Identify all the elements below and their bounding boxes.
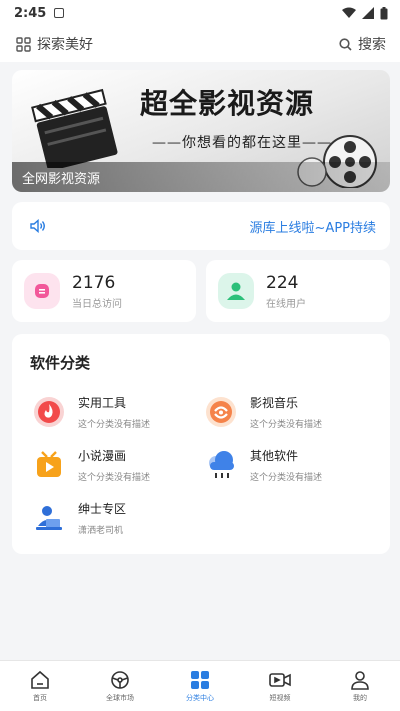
tab-short-video[interactable]: 短视频 <box>240 661 320 711</box>
search-icon <box>339 37 352 51</box>
visits-icon <box>24 273 60 309</box>
cloud-rain-icon <box>204 448 238 482</box>
notification-icon <box>54 8 65 18</box>
steering-wheel-icon <box>111 670 129 689</box>
category-desc: 这个分类没有描述 <box>78 420 151 430</box>
tab-category-center[interactable]: 分类中心 <box>160 661 240 711</box>
category-name: 小说漫画 <box>78 449 127 463</box>
category-desc: 这个分类没有描述 <box>250 473 323 483</box>
flame-icon <box>32 395 66 429</box>
category-item-gentleman[interactable]: 绅士专区 潇洒老司机 <box>32 500 126 536</box>
tab-label: 分类中心 <box>186 693 214 702</box>
category-desc: 这个分类没有描述 <box>78 473 151 483</box>
online-value: 224 <box>266 272 299 293</box>
tab-label: 短视频 <box>269 693 291 702</box>
video-play-icon <box>32 448 66 482</box>
coin-icon <box>204 395 238 429</box>
category-desc: 这个分类没有描述 <box>250 420 323 430</box>
battery-icon <box>380 6 388 19</box>
home-icon <box>31 670 49 689</box>
header-title: 探索美好 <box>37 37 93 53</box>
stat-card-visits: 2176 当日总访问 <box>12 260 196 322</box>
top-bar: 探索美好 搜索 <box>0 26 400 62</box>
visits-value: 2176 <box>72 272 116 293</box>
wifi-icon <box>342 7 356 18</box>
category-item-novels[interactable]: 小说漫画 这个分类没有描述 <box>32 447 150 483</box>
search-label: 搜索 <box>358 37 386 53</box>
announcement-text: 源库上线啦~APP持续 <box>249 220 376 236</box>
user-icon <box>351 670 369 690</box>
category-grid-icon <box>191 670 209 689</box>
online-users-icon <box>218 273 254 309</box>
bottom-tab-bar: 首页 全球市场 分类中心 短视频 我的 <box>0 660 400 711</box>
visits-label: 当日总访问 <box>72 298 122 310</box>
category-item-tools[interactable]: 实用工具 这个分类没有描述 <box>32 394 150 430</box>
signal-icon <box>362 7 374 19</box>
search-button[interactable]: 搜索 <box>339 34 386 54</box>
category-desc: 潇洒老司机 <box>78 526 124 536</box>
category-panel: 软件分类 实用工具 这个分类没有描述 影视音乐 这个分类没有描述 小说漫画 这个… <box>12 334 390 554</box>
tab-label: 我的 <box>353 693 367 702</box>
tab-label: 全球市场 <box>106 693 134 702</box>
tab-global-market[interactable]: 全球市场 <box>80 661 160 711</box>
category-item-media[interactable]: 影视音乐 这个分类没有描述 <box>204 394 322 430</box>
status-time: 2:45 <box>14 5 47 21</box>
explore-menu[interactable]: 探索美好 <box>16 34 93 54</box>
category-name: 实用工具 <box>78 396 127 410</box>
person-laptop-icon <box>32 501 66 535</box>
announcement-bar[interactable]: 源库上线啦~APP持续 <box>12 202 390 250</box>
video-camera-icon <box>269 672 291 687</box>
status-bar: 2:45 <box>0 0 400 26</box>
category-name: 影视音乐 <box>250 396 299 410</box>
banner-title: 超全影视资源 <box>140 87 315 120</box>
category-item-other[interactable]: 其他软件 这个分类没有描述 <box>204 447 322 483</box>
category-name: 其他软件 <box>250 449 299 463</box>
speaker-icon <box>30 219 45 233</box>
grid-menu-icon <box>16 36 31 52</box>
tab-label: 首页 <box>33 693 47 702</box>
category-name: 绅士专区 <box>78 502 127 516</box>
tab-home[interactable]: 首页 <box>0 661 80 711</box>
banner[interactable]: 超全影视资源 ——你想看的都在这里—— 全网影视资源 <box>12 70 390 192</box>
tab-profile[interactable]: 我的 <box>320 661 400 711</box>
online-label: 在线用户 <box>266 298 306 310</box>
stat-card-online: 224 在线用户 <box>206 260 390 322</box>
clapperboard-icon <box>31 88 118 168</box>
category-heading: 软件分类 <box>30 354 91 372</box>
banner-caption: 全网影视资源 <box>12 162 390 192</box>
